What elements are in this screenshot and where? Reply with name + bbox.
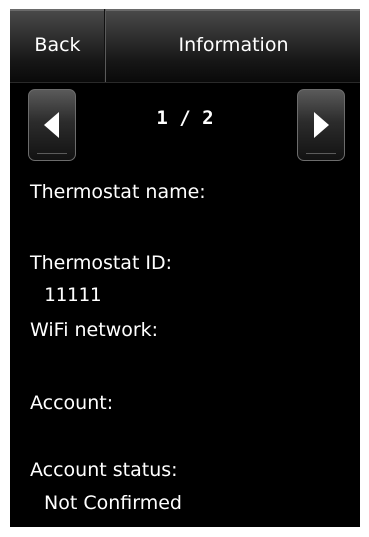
thermostat-id-value: 11111 bbox=[44, 284, 102, 306]
left-arrow-icon bbox=[44, 112, 59, 138]
page-indicator-text: 1 / 2 bbox=[156, 107, 214, 129]
account-label: Account: bbox=[30, 392, 114, 414]
page-indicator: 1 / 2 bbox=[110, 89, 260, 161]
wifi-network-label: WiFi network: bbox=[30, 319, 159, 341]
thermostat-id-label: Thermostat ID: bbox=[30, 252, 173, 274]
thermostat-screen: Back Information 1 / 2 Thermostat name: … bbox=[10, 9, 360, 527]
account-status-value: Not Confirmed bbox=[44, 492, 182, 514]
previous-page-button[interactable] bbox=[28, 89, 76, 161]
thermostat-name-label: Thermostat name: bbox=[30, 181, 206, 203]
page-title: Information bbox=[107, 9, 360, 82]
page-title-text: Information bbox=[178, 33, 289, 56]
header-bar: Back Information bbox=[10, 9, 360, 83]
next-page-button[interactable] bbox=[297, 89, 345, 161]
back-button[interactable]: Back bbox=[10, 9, 106, 82]
right-arrow-icon bbox=[314, 112, 329, 138]
back-button-label: Back bbox=[34, 33, 81, 56]
account-status-label: Account status: bbox=[30, 459, 178, 481]
page-navigation: 1 / 2 bbox=[10, 89, 360, 161]
